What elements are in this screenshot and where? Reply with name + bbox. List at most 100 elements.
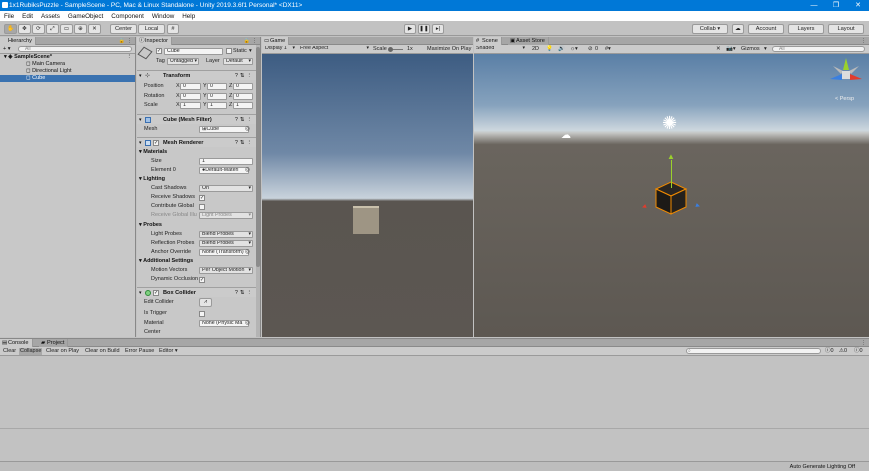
panel-menu-icon[interactable]: ⋮ — [861, 339, 866, 347]
pause-button[interactable]: ❚❚ — [418, 24, 430, 34]
camera-gizmo-icon[interactable]: ☁ — [561, 131, 571, 141]
scene-menu-icon[interactable]: ⋮ — [127, 54, 133, 61]
hierarchy-item[interactable]: ◻ Main Camera — [0, 61, 135, 68]
audio-toggle-icon[interactable]: 🔊 — [558, 46, 565, 53]
hierarchy-item-selected[interactable]: ◻ Cube — [0, 75, 135, 82]
clear-button[interactable]: Clear — [3, 348, 16, 355]
component-actions-icon[interactable]: ?⇅⋮ — [235, 289, 254, 297]
object-picker-icon[interactable]: ◎ — [245, 320, 250, 327]
console-log-area[interactable] — [0, 356, 869, 428]
position-y-field[interactable]: 0 — [207, 83, 227, 90]
lighting-foldout[interactable]: ▾ Lighting — [139, 176, 165, 183]
motion-vectors-dropdown[interactable]: Per Object Motion — [199, 267, 253, 274]
box-collider-enabled-checkbox[interactable]: ✓ — [153, 290, 159, 296]
static-checkbox[interactable] — [226, 48, 232, 54]
pivot-local-button[interactable]: Local — [138, 24, 165, 34]
console-search-input[interactable]: ⌕ — [686, 348, 821, 354]
pivot-center-button[interactable]: Center — [110, 24, 137, 34]
game-viewport[interactable] — [262, 54, 473, 337]
contribute-gi-checkbox[interactable] — [199, 204, 205, 210]
layer-dropdown[interactable]: Default — [223, 58, 253, 65]
tab-scene[interactable]: # Scene — [474, 37, 502, 45]
maximize-on-play-toggle[interactable]: Maximize On Play — [427, 46, 471, 53]
collapse-button[interactable]: Collapse — [19, 348, 43, 355]
tools-icon[interactable]: ✕ — [716, 46, 721, 53]
component-actions-icon[interactable]: ?⇅⋮ — [235, 139, 254, 147]
light-gizmo-icon[interactable]: ✺ — [662, 114, 677, 132]
editor-dropdown[interactable]: Editor ▾ — [159, 348, 178, 355]
tab-hierarchy[interactable]: Hierarchy — [0, 37, 36, 45]
rotation-x-field[interactable]: 0 — [180, 93, 201, 100]
rotation-z-field[interactable]: 0 — [233, 93, 253, 100]
tab-inspector[interactable]: ⓘ Inspector — [137, 37, 173, 45]
element0-field[interactable]: ●Default-Materi — [199, 167, 249, 174]
object-picker-icon[interactable]: ◎ — [245, 167, 250, 174]
transform-header[interactable]: ▾ ⊹ Transform ?⇅⋮ — [137, 70, 260, 80]
hierarchy-item[interactable]: ◻ Directional Light — [0, 68, 135, 75]
object-picker-icon[interactable]: ◎ — [245, 126, 250, 133]
panel-menu-icon[interactable]: ⋮ — [252, 37, 257, 45]
scale-y-field[interactable]: 1 — [207, 102, 227, 109]
tab-console[interactable]: ▤ Console — [0, 339, 33, 347]
move-handle-y[interactable] — [671, 160, 672, 188]
rect-tool-button[interactable]: ▭ — [60, 24, 73, 34]
mesh-filter-header[interactable]: ▾ Cube (Mesh Filter) ?⇅⋮ — [137, 114, 260, 124]
shading-dropdown[interactable]: Shaded — [474, 46, 526, 53]
materials-foldout[interactable]: ▾ Materials — [139, 149, 167, 156]
orientation-gizmo[interactable] — [829, 57, 863, 91]
custom-tool-button[interactable]: ✕ — [88, 24, 101, 34]
cloud-button[interactable]: ☁ — [732, 24, 744, 34]
mesh-field[interactable]: ⊞Cube — [199, 126, 249, 133]
move-handle-z-arrow-icon[interactable]: ▲ — [693, 201, 702, 210]
projection-label[interactable]: < Persp — [835, 96, 854, 102]
additional-settings-foldout[interactable]: ▾ Additional Settings — [139, 258, 193, 265]
tab-asset-store[interactable]: ▣ Asset Store — [508, 37, 549, 45]
account-dropdown[interactable]: Account — [748, 24, 784, 34]
minimize-button[interactable]: — — [803, 0, 825, 11]
close-button[interactable]: ✕ — [847, 0, 869, 11]
step-button[interactable]: ▸| — [432, 24, 444, 34]
scale-z-field[interactable]: 1 — [233, 102, 253, 109]
camera-icon[interactable]: 📷▾ — [726, 46, 736, 53]
scale-slider[interactable] — [388, 47, 403, 52]
menu-component[interactable]: Component — [111, 13, 144, 20]
hand-tool-button[interactable]: ✋ — [4, 24, 17, 34]
dynamic-occlusion-checkbox[interactable]: ✓ — [199, 277, 205, 283]
light-probes-dropdown[interactable]: Blend Probes — [199, 231, 253, 238]
layout-dropdown[interactable]: Layout — [828, 24, 864, 34]
maximize-button[interactable]: ❐ — [825, 0, 847, 11]
inspector-scrollbar[interactable] — [256, 45, 260, 337]
panel-menu-icon[interactable]: ⋮ — [861, 37, 866, 45]
layers-dropdown[interactable]: Layers — [788, 24, 824, 34]
object-picker-icon[interactable]: ◎ — [245, 249, 250, 256]
create-button[interactable]: + ▾ — [3, 46, 11, 52]
scene-search-input[interactable]: All — [772, 46, 865, 52]
anchor-override-field[interactable]: None (Transform) — [199, 249, 249, 256]
scene-viewport[interactable]: ✺ ☁ ▲ ▲ ▲ < Persp — [474, 54, 869, 337]
scrollbar-thumb[interactable] — [256, 47, 260, 267]
physic-material-field[interactable]: None (Physic Ma — [199, 320, 249, 327]
cast-shadows-dropdown[interactable]: On — [199, 185, 253, 192]
menu-edit[interactable]: Edit — [22, 13, 33, 20]
move-handle-y-arrow-icon[interactable]: ▲ — [667, 153, 675, 161]
menu-window[interactable]: Window — [152, 13, 174, 20]
grid-toggle-icon[interactable]: #▾ — [605, 46, 611, 53]
gizmos-arrow-icon[interactable]: ▾ — [764, 46, 767, 53]
position-z-field[interactable]: 0 — [233, 83, 253, 90]
move-tool-button[interactable]: ✥ — [18, 24, 31, 34]
aspect-dropdown[interactable]: Free Aspect — [298, 46, 370, 53]
error-pause-button[interactable]: Error Pause — [125, 348, 154, 355]
scale-slider-thumb[interactable] — [388, 47, 393, 52]
menu-gameobject[interactable]: GameObject — [68, 13, 103, 20]
scale-x-field[interactable]: 1 — [180, 102, 201, 109]
object-name-field[interactable]: Cube — [164, 48, 223, 55]
size-field[interactable]: 1 — [199, 158, 253, 165]
warning-count-toggle[interactable]: ⚠0 — [839, 348, 847, 355]
mesh-renderer-enabled-checkbox[interactable]: ✓ — [153, 140, 159, 146]
hidden-objects-icon[interactable]: ⊘ — [588, 46, 593, 53]
component-actions-icon[interactable]: ?⇅⋮ — [235, 72, 254, 80]
edit-collider-button[interactable]: ⩘ — [199, 298, 212, 307]
rotate-tool-button[interactable]: ⟳ — [32, 24, 45, 34]
log-count-toggle[interactable]: ⓘ0 — [854, 348, 863, 355]
panel-menu-icon[interactable]: ⋮ — [127, 37, 132, 45]
